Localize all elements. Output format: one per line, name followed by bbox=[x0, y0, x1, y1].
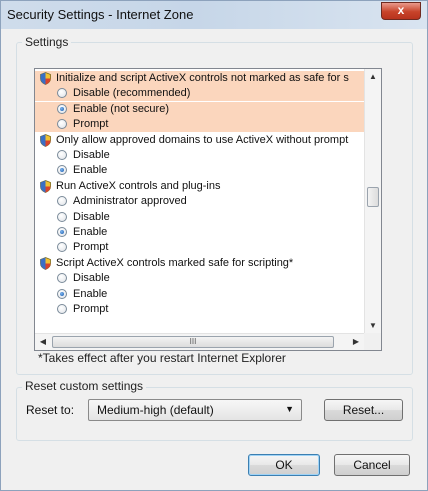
settings-tree-rows: Initialize and script ActiveX controls n… bbox=[35, 69, 364, 334]
setting-option-label[interactable]: Enable bbox=[73, 163, 107, 178]
scroll-corner bbox=[364, 333, 381, 350]
security-level-dropdown[interactable]: Medium-high (default) ▼ bbox=[88, 399, 302, 421]
title-bar[interactable]: Security Settings - Internet Zone x bbox=[1, 1, 427, 29]
setting-option-label[interactable]: Disable (recommended) bbox=[73, 86, 190, 101]
setting-option-row[interactable]: Disable bbox=[35, 271, 364, 286]
setting-option-label[interactable]: Enable (not secure) bbox=[73, 102, 169, 117]
setting-option-row[interactable]: Disable (recommended) bbox=[35, 86, 364, 102]
chevron-down-icon: ▼ bbox=[285, 404, 294, 414]
radio-button[interactable] bbox=[57, 211, 67, 222]
scroll-right-arrow-icon[interactable]: ▶ bbox=[348, 334, 364, 350]
radio-button[interactable] bbox=[57, 196, 67, 207]
setting-category-label: Script ActiveX controls marked safe for … bbox=[56, 256, 294, 269]
close-button[interactable]: x bbox=[381, 2, 421, 20]
horizontal-scrollbar[interactable]: ◀ III ▶ bbox=[35, 333, 364, 350]
security-settings-dialog: Security Settings - Internet Zone x Sett… bbox=[0, 0, 428, 491]
setting-option-label[interactable]: Disable bbox=[73, 210, 110, 225]
setting-option-row[interactable]: Prompt bbox=[35, 240, 364, 255]
restart-note: *Takes effect after you restart Internet… bbox=[38, 351, 286, 365]
scroll-left-arrow-icon[interactable]: ◀ bbox=[35, 334, 51, 350]
setting-option-row[interactable]: Disable bbox=[35, 210, 364, 225]
setting-option-row[interactable]: Prompt bbox=[35, 302, 364, 317]
setting-option-label[interactable]: Prompt bbox=[73, 302, 108, 317]
radio-button[interactable] bbox=[57, 150, 67, 160]
setting-option-row[interactable]: Administrator approved bbox=[35, 194, 364, 209]
setting-option-label[interactable]: Disable bbox=[73, 148, 110, 163]
dialog-client-area: Settings Initialize and script ActiveX c… bbox=[8, 29, 420, 483]
security-level-value: Medium-high (default) bbox=[97, 403, 214, 417]
scroll-grip-icon: III bbox=[189, 337, 197, 346]
setting-option-row[interactable]: Enable bbox=[35, 225, 364, 240]
settings-group-legend: Settings bbox=[22, 35, 72, 49]
scroll-up-arrow-icon[interactable]: ▲ bbox=[365, 69, 381, 85]
horizontal-scroll-thumb[interactable]: III bbox=[52, 336, 334, 348]
setting-category-row: Initialize and script ActiveX controls n… bbox=[35, 71, 364, 86]
setting-option-row[interactable]: Disable bbox=[35, 148, 364, 163]
radio-button[interactable] bbox=[57, 273, 67, 284]
security-shield-icon bbox=[40, 72, 51, 85]
reset-group-legend: Reset custom settings bbox=[22, 379, 147, 393]
radio-button-selected[interactable] bbox=[57, 288, 67, 299]
setting-option-label[interactable]: Prompt bbox=[73, 240, 108, 255]
settings-tree-list[interactable]: Initialize and script ActiveX controls n… bbox=[34, 68, 382, 351]
setting-option-label[interactable]: Prompt bbox=[73, 117, 108, 132]
setting-category-row: Only allow approved domains to use Activ… bbox=[35, 133, 364, 148]
reset-button[interactable]: Reset... bbox=[324, 399, 403, 421]
security-shield-icon bbox=[40, 256, 51, 270]
setting-option-row[interactable]: Prompt bbox=[35, 117, 364, 133]
setting-category-label: Initialize and script ActiveX controls n… bbox=[56, 72, 349, 84]
radio-button[interactable] bbox=[57, 88, 67, 99]
ok-button[interactable]: OK bbox=[248, 454, 320, 476]
cancel-button[interactable]: Cancel bbox=[334, 454, 410, 476]
setting-option-label[interactable]: Disable bbox=[73, 271, 110, 286]
setting-option-label[interactable]: Enable bbox=[73, 225, 107, 240]
setting-category-row: Script ActiveX controls marked safe for … bbox=[35, 256, 364, 271]
vertical-scroll-thumb[interactable] bbox=[367, 187, 379, 207]
window-title: Security Settings - Internet Zone bbox=[7, 7, 194, 22]
security-shield-icon bbox=[40, 133, 51, 147]
radio-button[interactable] bbox=[57, 119, 67, 130]
setting-option-label[interactable]: Enable bbox=[73, 287, 107, 302]
radio-button-selected[interactable] bbox=[57, 227, 67, 237]
security-shield-icon bbox=[40, 179, 51, 193]
setting-category-label: Only allow approved domains to use Activ… bbox=[56, 133, 349, 146]
setting-option-row[interactable]: Enable (not secure) bbox=[35, 101, 364, 117]
radio-button-selected[interactable] bbox=[57, 165, 67, 176]
setting-category-label: Run ActiveX controls and plug-ins bbox=[56, 179, 221, 192]
reset-to-label: Reset to: bbox=[26, 403, 75, 417]
radio-button[interactable] bbox=[57, 304, 67, 314]
setting-option-row[interactable]: Enable bbox=[35, 287, 364, 302]
scroll-down-arrow-icon[interactable]: ▼ bbox=[365, 318, 381, 334]
radio-button-selected[interactable] bbox=[57, 103, 67, 114]
vertical-scrollbar[interactable]: ▲ ▼ bbox=[364, 69, 381, 334]
setting-option-label[interactable]: Administrator approved bbox=[73, 194, 187, 209]
radio-button[interactable] bbox=[57, 242, 67, 253]
setting-option-row[interactable]: Enable bbox=[35, 163, 364, 178]
setting-category-row: Run ActiveX controls and plug-ins bbox=[35, 179, 364, 194]
